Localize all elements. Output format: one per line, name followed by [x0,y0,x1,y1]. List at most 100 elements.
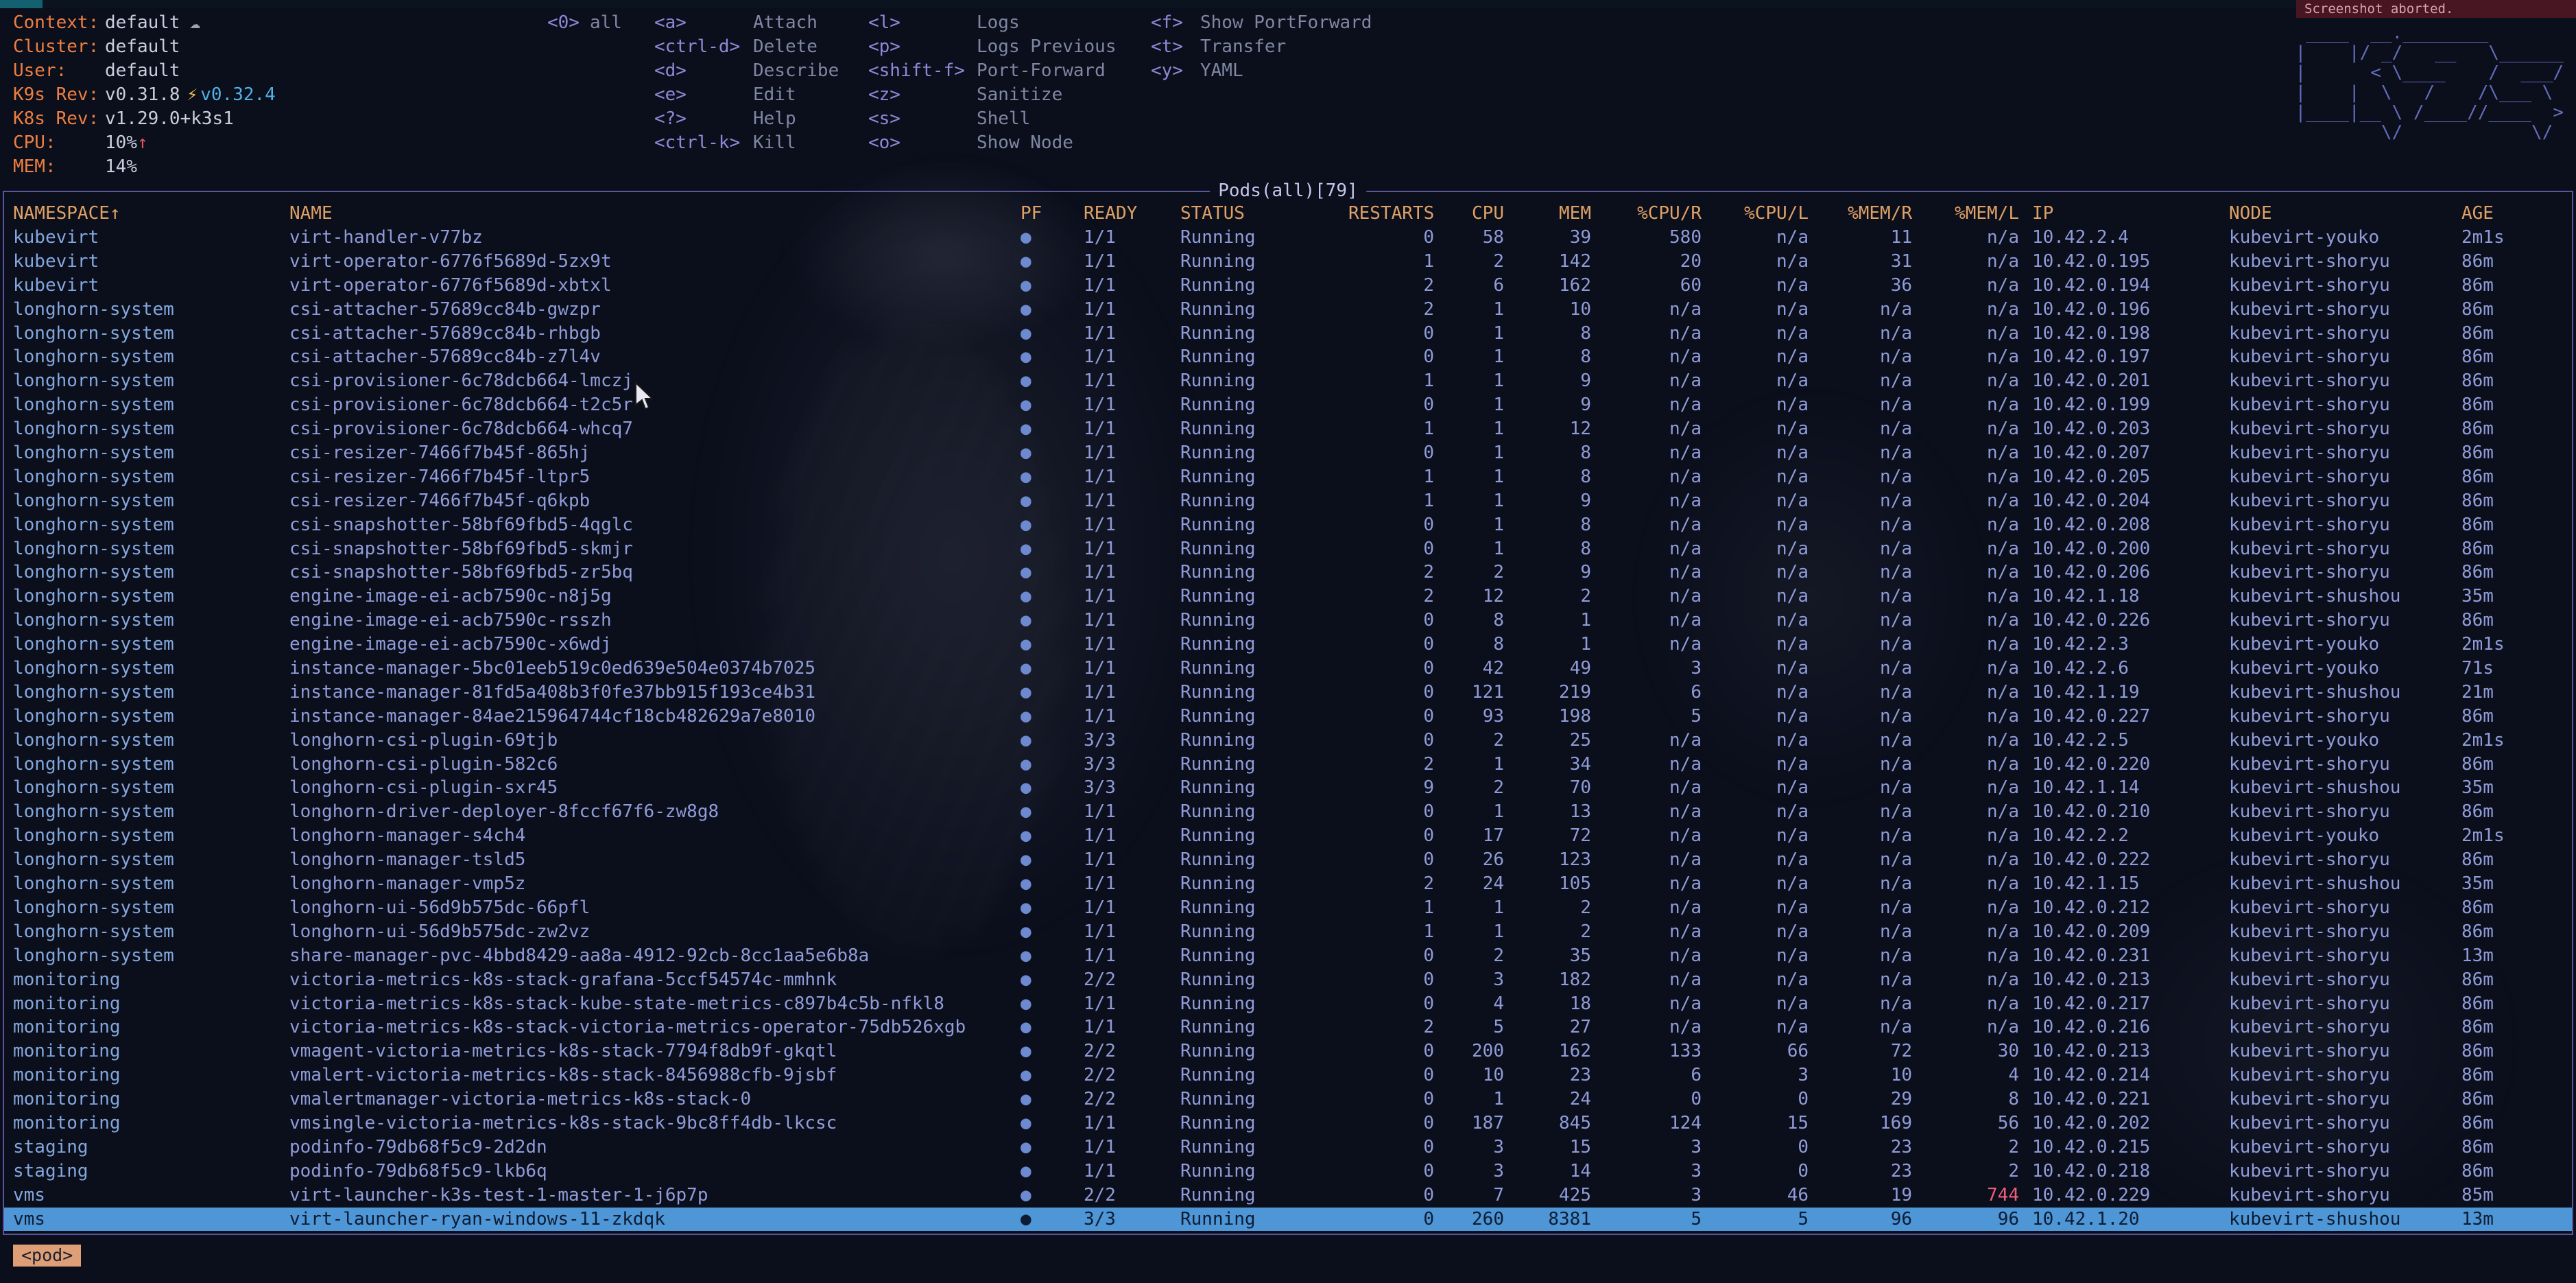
pod-row[interactable]: longhorn-systeminstance-manager-5bc01eeb… [4,657,2572,681]
pod-row[interactable]: monitoringvmagent-victoria-metrics-k8s-s… [4,1039,2572,1063]
pod-row[interactable]: monitoringvmsingle-victoria-metrics-k8s-… [4,1111,2572,1135]
hotkey-item[interactable]: <shift-f>Port-Forward [868,59,1117,83]
hotkey-item[interactable]: <o>Show Node [868,131,1117,155]
pod-row[interactable]: monitoringvictoria-metrics-k8s-stack-gra… [4,968,2572,992]
pod-row[interactable]: longhorn-systemcsi-snapshotter-58bf69fbd… [4,561,2572,585]
pod-row[interactable]: longhorn-systemlonghorn-csi-plugin-69tjb… [4,729,2572,753]
hotkey-item[interactable]: <ctrl-k>Kill [654,131,839,155]
pod-row[interactable]: kubevirtvirt-operator-6776f5689d-xbtxl●1… [4,274,2572,298]
breadcrumb-pod[interactable]: <pod> [13,1245,81,1267]
pod-row[interactable]: monitoringvmalertmanager-victoria-metric… [4,1087,2572,1111]
pod-row[interactable]: longhorn-systemlonghorn-csi-plugin-582c6… [4,753,2572,777]
cell-namespace: longhorn-system [13,298,289,322]
cell-namespace: monitoring [13,992,289,1016]
pod-row[interactable]: longhorn-systemengine-image-ei-acb7590c-… [4,633,2572,657]
hotkey-key: <a> [654,11,753,35]
cell-restarts: 2 [1348,274,1434,298]
cell-mem: 9 [1504,561,1591,585]
column-header-status[interactable]: STATUS [1180,202,1348,226]
cell-ready: 3/3 [1084,729,1180,753]
pod-row[interactable]: stagingpodinfo-79db68f5c9-lkb6q●1/1Runni… [4,1160,2572,1184]
pod-row[interactable]: longhorn-systemcsi-resizer-7466f7b45f-q6… [4,489,2572,513]
pod-row[interactable]: longhorn-systemlonghorn-ui-56d9b575dc-66… [4,896,2572,920]
pod-row[interactable]: longhorn-systemengine-image-ei-acb7590c-… [4,609,2572,633]
column-header-node[interactable]: NODE [2229,202,2461,226]
pod-row[interactable]: longhorn-systemcsi-snapshotter-58bf69fbd… [4,537,2572,561]
cell-mem-l: n/a [1912,992,2019,1016]
column-header-mem-l[interactable]: %MEM/L [1912,202,2019,226]
cell-namespace: vms [13,1208,289,1232]
column-header-ready[interactable]: READY [1084,202,1180,226]
pod-row[interactable]: longhorn-systemcsi-attacher-57689cc84b-z… [4,345,2572,369]
pod-row[interactable]: longhorn-systemlonghorn-ui-56d9b575dc-zw… [4,920,2572,944]
cell-mem: 27 [1504,1015,1591,1039]
hotkey-item[interactable]: <f>Show PortForward [1151,11,1372,35]
column-header-ip[interactable]: IP [2019,202,2229,226]
hotkey-item[interactable]: <d>Describe [654,59,839,83]
cell-restarts: 0 [1348,1135,1434,1160]
pod-row[interactable]: longhorn-systemcsi-provisioner-6c78dcb66… [4,417,2572,441]
hotkey-item[interactable]: <?>Help [654,107,839,131]
column-header-name[interactable]: NAME [289,202,1019,226]
hotkey-item[interactable]: <y>YAML [1151,59,1372,83]
pod-row[interactable]: longhorn-systemlonghorn-manager-vmp5z●1/… [4,872,2572,896]
cell-name: longhorn-driver-deployer-8fccf67f6-zw8g8 [289,800,1019,824]
column-header-namespace[interactable]: NAMESPACE↑ [13,202,289,226]
hotkey-item[interactable]: <p>Logs Previous [868,35,1117,59]
pod-row[interactable]: longhorn-systemlonghorn-driver-deployer-… [4,800,2572,824]
pod-row[interactable]: longhorn-systemcsi-resizer-7466f7b45f-lt… [4,465,2572,489]
column-header-age[interactable]: AGE [2461,202,2572,226]
pod-row[interactable]: vmsvirt-launcher-ryan-windows-11-zkdqk●3… [4,1208,2572,1232]
pod-row[interactable]: longhorn-systemcsi-attacher-57689cc84b-r… [4,322,2572,346]
pod-row[interactable]: longhorn-systemcsi-snapshotter-58bf69fbd… [4,513,2572,537]
hotkey-item[interactable]: <t>Transfer [1151,35,1372,59]
cell-mem-r: n/a [1809,513,1912,537]
pod-row[interactable]: kubevirtvirt-operator-6776f5689d-5zx9t●1… [4,250,2572,274]
cell-name: share-manager-pvc-4bbd8429-aa8a-4912-92c… [289,944,1019,968]
cell-cpu-l: n/a [1702,992,1809,1016]
column-header-cpu[interactable]: CPU [1434,202,1504,226]
pod-row[interactable]: stagingpodinfo-79db68f5c9-2d2dn●1/1Runni… [4,1135,2572,1160]
pod-row[interactable]: longhorn-systeminstance-manager-84ae2159… [4,705,2572,729]
hotkey-item[interactable]: <a>Attach [654,11,839,35]
cell-cpu-r: n/a [1591,848,1702,872]
column-header-cpu-r[interactable]: %CPU/R [1591,202,1702,226]
pod-row[interactable]: vmsvirt-launcher-k3s-test-1-master-1-j6p… [4,1184,2572,1208]
column-header-mem[interactable]: MEM [1504,202,1591,226]
column-header-restarts[interactable]: RESTARTS [1348,202,1434,226]
hotkey-item[interactable]: <e>Edit [654,83,839,107]
cloud-icon: ☁ [190,12,201,33]
cell-status: Running [1180,345,1348,369]
pod-row[interactable]: longhorn-systemlonghorn-manager-s4ch4●1/… [4,824,2572,848]
pod-row[interactable]: longhorn-systemcsi-provisioner-6c78dcb66… [4,393,2572,417]
cell-cpu-r: 20 [1591,250,1702,274]
cell-mem: 8 [1504,537,1591,561]
hotkey-item[interactable]: <l>Logs [868,11,1117,35]
hotkey-item[interactable]: <0>all [547,11,622,35]
hotkey-item[interactable]: <z>Sanitize [868,83,1117,107]
pod-row[interactable]: longhorn-systemcsi-resizer-7466f7b45f-86… [4,441,2572,465]
pod-row[interactable]: monitoringvmalert-victoria-metrics-k8s-s… [4,1063,2572,1087]
pod-row[interactable]: longhorn-systemcsi-attacher-57689cc84b-g… [4,298,2572,322]
cell-mem-l: 4 [1912,1063,2019,1087]
cell-mem-r: n/a [1809,585,1912,609]
cell-namespace: kubevirt [13,226,289,250]
pod-row[interactable]: longhorn-systemlonghorn-csi-plugin-sxr45… [4,776,2572,800]
pod-row[interactable]: longhorn-systemcsi-provisioner-6c78dcb66… [4,369,2572,393]
pod-row[interactable]: monitoringvictoria-metrics-k8s-stack-kub… [4,992,2572,1016]
hotkey-item[interactable]: <s>Shell [868,107,1117,131]
column-header-mem-r[interactable]: %MEM/R [1809,202,1912,226]
pod-row[interactable]: longhorn-systemengine-image-ei-acb7590c-… [4,585,2572,609]
column-header-cpu-l[interactable]: %CPU/L [1702,202,1809,226]
cell-cpu: 12 [1434,585,1504,609]
pod-row[interactable]: longhorn-systeminstance-manager-81fd5a40… [4,681,2572,705]
cell-mem-l: n/a [1912,369,2019,393]
hotkey-item[interactable]: <ctrl-d>Delete [654,35,839,59]
pod-row[interactable]: longhorn-systemlonghorn-manager-tsld5●1/… [4,848,2572,872]
pod-row[interactable]: kubevirtvirt-handler-v77bz●1/1Running058… [4,226,2572,250]
pod-row[interactable]: longhorn-systemshare-manager-pvc-4bbd842… [4,944,2572,968]
cell-namespace: longhorn-system [13,417,289,441]
column-header-pf[interactable]: PF [1019,202,1084,226]
cell-node: kubevirt-shoryu [2229,1111,2461,1135]
pod-row[interactable]: monitoringvictoria-metrics-k8s-stack-vic… [4,1015,2572,1039]
